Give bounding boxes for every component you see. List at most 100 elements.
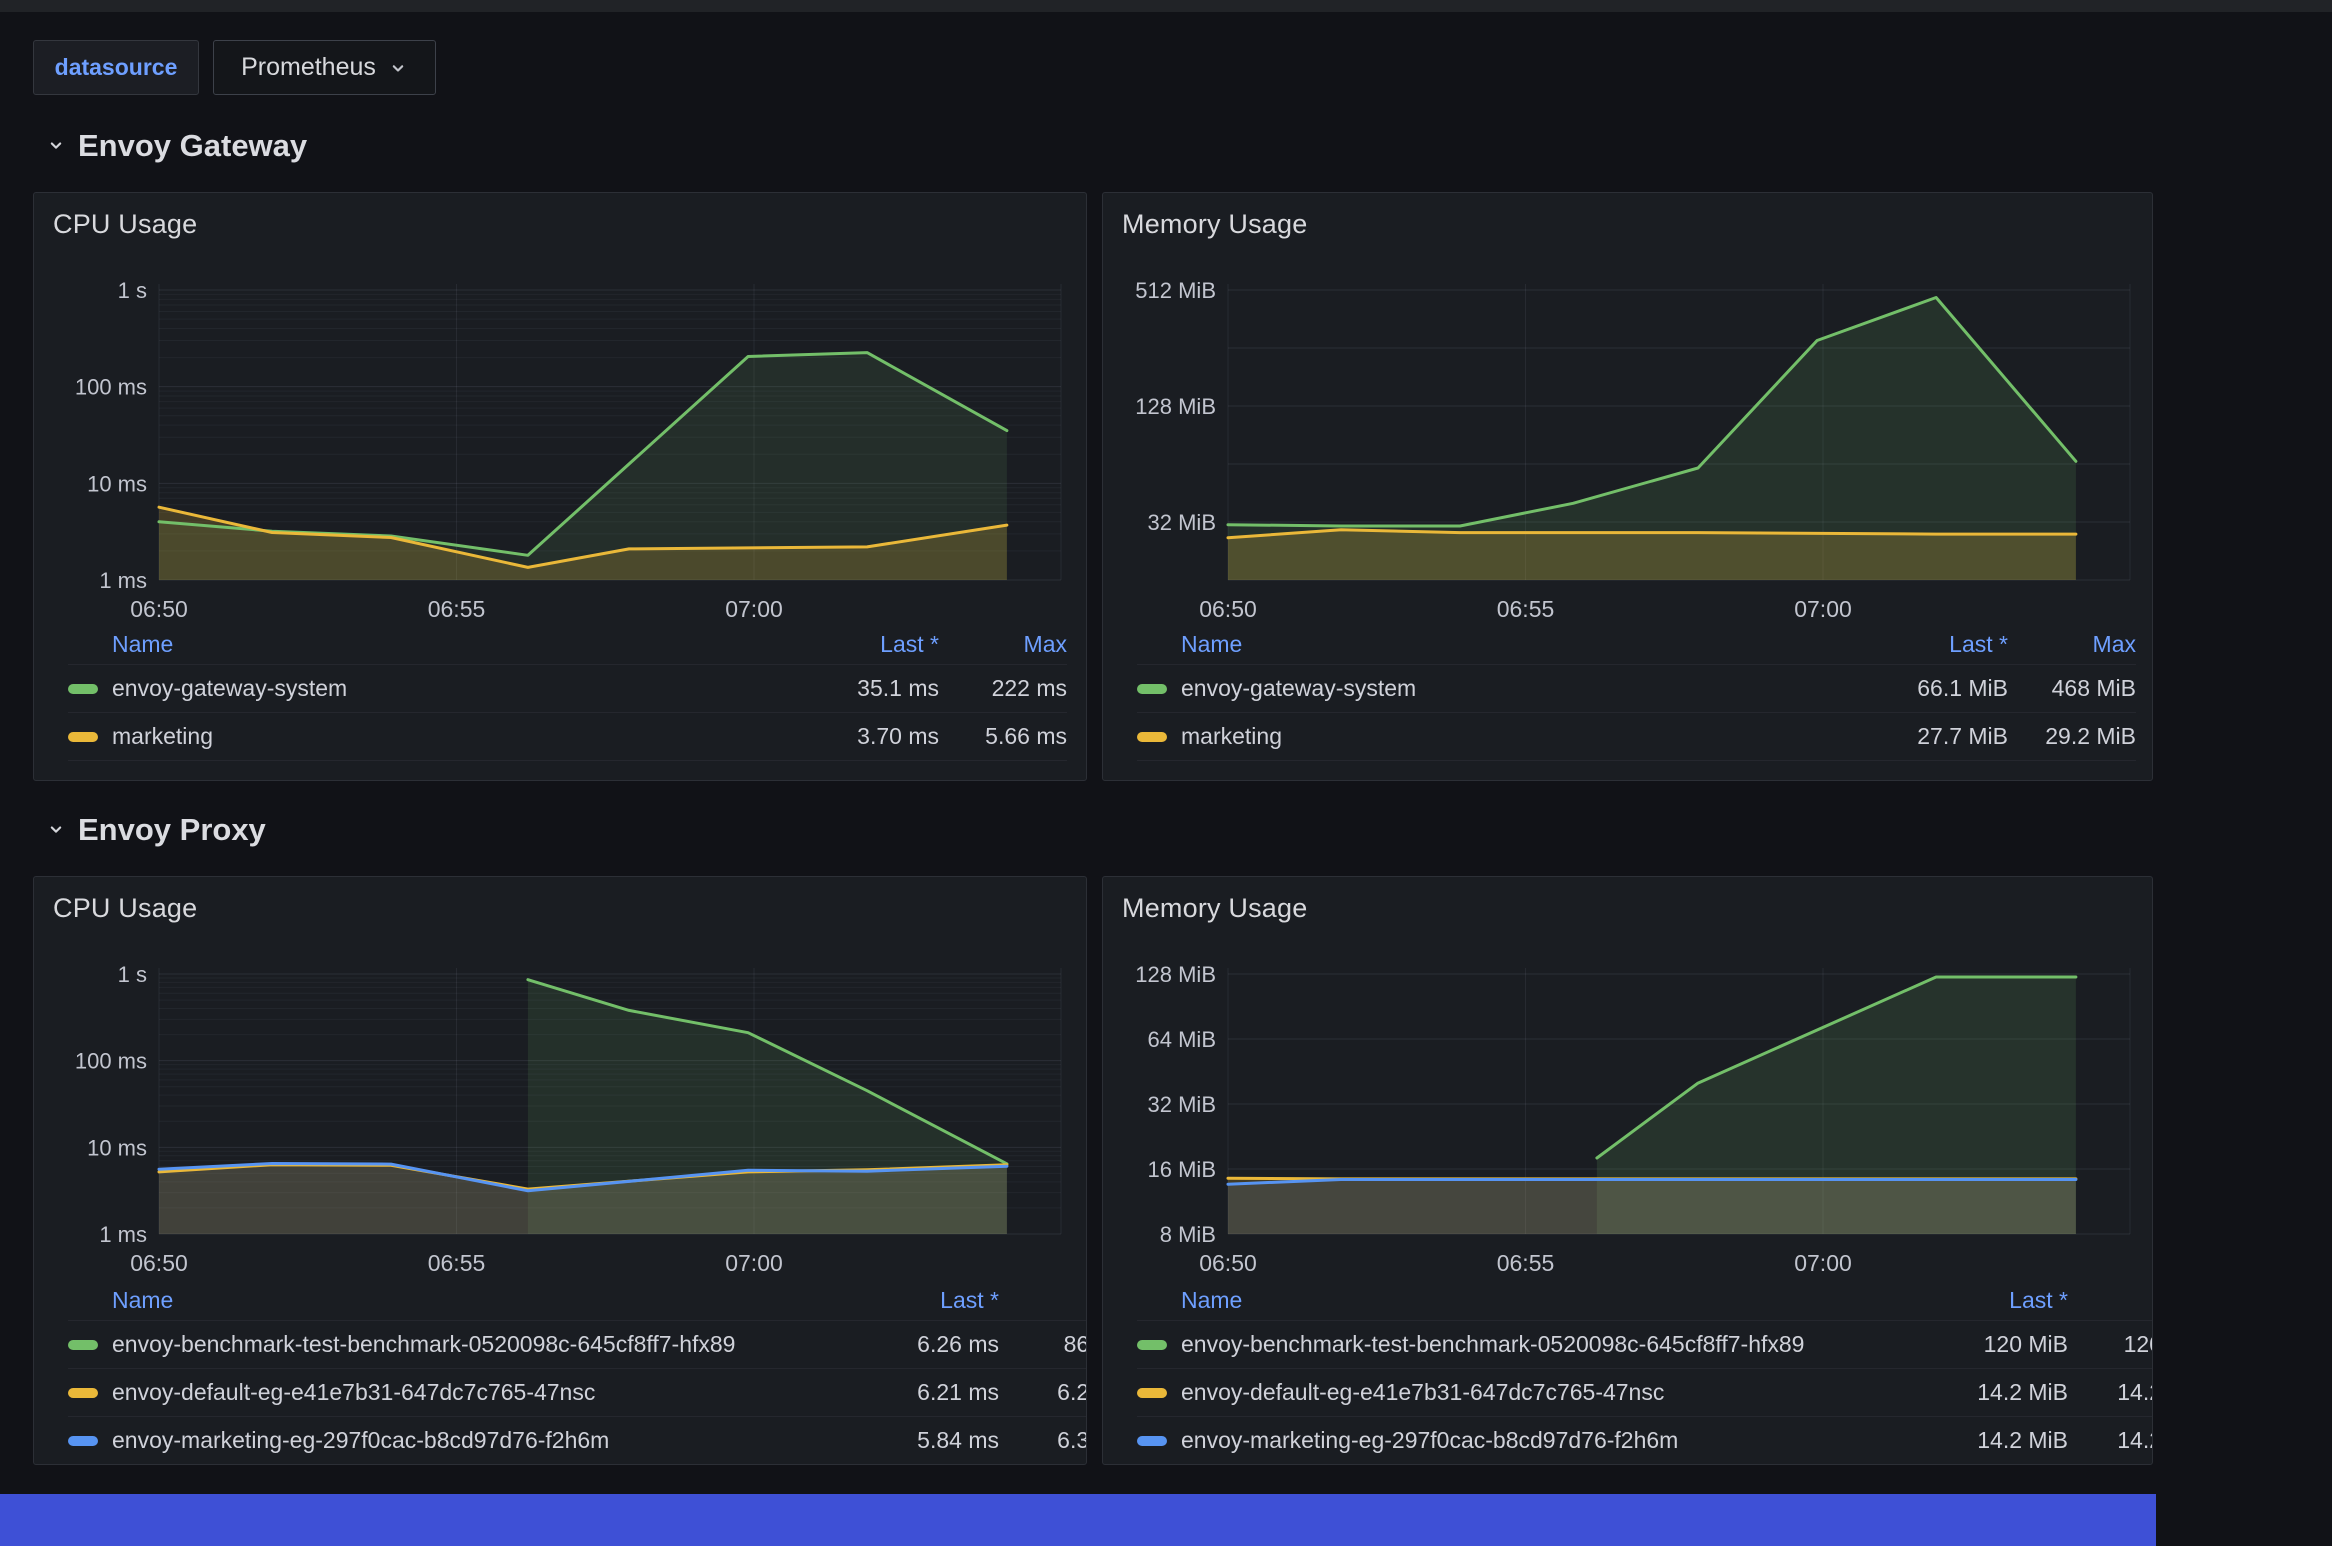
x-axis-tick-label: 06:55 <box>1497 1250 1555 1276</box>
series-color-swatch <box>68 684 98 694</box>
legend-row[interactable]: envoy-benchmark-test-benchmark-0520098c-… <box>68 1321 1087 1369</box>
legend-column-name[interactable]: Name <box>1137 1287 1938 1314</box>
section-title: Envoy Gateway <box>78 128 307 164</box>
series-last-value: 5.84 ms <box>869 1427 999 1454</box>
legend-row[interactable]: envoy-gateway-system 66.1 MiB468 MiB <box>1137 665 2136 713</box>
series-name: envoy-gateway-system <box>112 675 347 702</box>
series-name: marketing <box>112 723 213 750</box>
y-axis-tick-label: 10 ms <box>87 471 147 496</box>
series-name: envoy-marketing-eg-297f0cac-b8cd97d76-f2… <box>1181 1427 1678 1454</box>
y-axis-tick-label: 10 ms <box>87 1135 147 1160</box>
series-name: envoy-default-eg-e41e7b31-647dc7c765-47n… <box>1181 1379 1664 1406</box>
section-header-envoy-proxy[interactable]: Envoy Proxy <box>46 806 266 854</box>
y-axis-tick-label: 128 MiB <box>1135 394 1216 419</box>
legend-row[interactable]: envoy-marketing-eg-297f0cac-b8cd97d76-f2… <box>68 1417 1087 1465</box>
series-color-swatch <box>68 1436 98 1446</box>
y-axis-tick-label: 100 ms <box>75 1049 147 1074</box>
x-axis-tick-label: 06:55 <box>428 596 486 622</box>
series-name: marketing <box>1181 723 1282 750</box>
series-last-value: 6.26 ms <box>869 1331 999 1358</box>
panel-envoy-gateway-memory: Memory Usage 512 MiB128 MiB32 MiB06:5006… <box>1102 192 2153 781</box>
y-axis-tick-label: 1 ms <box>99 1222 147 1247</box>
series-last-value: 6.21 ms <box>869 1379 999 1406</box>
panel-title[interactable]: CPU Usage <box>53 209 197 240</box>
series-color-swatch <box>68 1388 98 1398</box>
timeseries-chart[interactable]: 128 MiB64 MiB32 MiB16 MiB8 MiB06:5006:55… <box>1103 877 2153 1279</box>
legend-column-last[interactable]: Last * <box>769 631 939 658</box>
x-axis-tick-label: 07:00 <box>1794 596 1852 622</box>
legend-column-name[interactable]: Name <box>68 631 769 658</box>
y-axis-tick-label: 100 ms <box>75 375 147 400</box>
dashboard: datasource Prometheus Envoy Gateway CPU … <box>0 0 2332 1546</box>
timeseries-chart[interactable]: 512 MiB128 MiB32 MiB06:5006:5507:00 <box>1103 193 2153 625</box>
legend-column-name[interactable]: Name <box>68 1287 869 1314</box>
legend-table: NameLast *Max envoy-gateway-system 35.1 ms… <box>34 625 1087 761</box>
series-last-value: 27.7 MiB <box>1838 723 2008 750</box>
series-last-value: 35.1 ms <box>769 675 939 702</box>
legend-row[interactable]: envoy-marketing-eg-297f0cac-b8cd97d76-f2… <box>1137 1417 2153 1465</box>
legend-column-last[interactable]: Last * <box>1938 1287 2068 1314</box>
section-header-envoy-gateway[interactable]: Envoy Gateway <box>46 122 307 170</box>
legend-header: NameLast *Max <box>68 625 1067 665</box>
legend-row[interactable]: envoy-benchmark-test-benchmark-0520098c-… <box>1137 1321 2153 1369</box>
chevron-down-icon <box>46 136 66 156</box>
legend-column-last[interactable]: Last * <box>869 1287 999 1314</box>
timeseries-chart[interactable]: 1 s100 ms10 ms1 ms06:5006:5507:00 <box>34 877 1087 1279</box>
x-axis-tick-label: 07:00 <box>725 596 783 622</box>
legend-row[interactable]: marketing3.70 ms5.66 ms <box>68 713 1067 761</box>
legend-column-last[interactable]: Last * <box>1838 631 2008 658</box>
y-axis-tick-label: 128 MiB <box>1135 962 1216 987</box>
series-color-swatch <box>1137 1388 1167 1398</box>
datasource-variable-label-text: datasource <box>55 54 178 81</box>
x-axis-tick-label: 06:55 <box>1497 596 1555 622</box>
legend-row[interactable]: envoy-default-eg-e41e7b31-647dc7c765-47n… <box>1137 1369 2153 1417</box>
legend-table: NameLast *Max envoy-benchmark-test-benchm… <box>34 1281 1087 1465</box>
y-axis-tick-label: 32 MiB <box>1148 510 1216 535</box>
series-max-value: 5.66 ms <box>939 723 1067 750</box>
series-max-value: 29.2 MiB <box>2008 723 2136 750</box>
panel-title[interactable]: CPU Usage <box>53 893 197 924</box>
series-color-swatch <box>1137 1436 1167 1446</box>
series-color-swatch <box>68 1340 98 1350</box>
legend-header: NameLast *Max <box>1137 625 2136 665</box>
legend-row[interactable]: envoy-gateway-system 35.1 ms222 ms <box>68 665 1067 713</box>
datasource-variable-label: datasource <box>33 40 199 95</box>
x-axis-tick-label: 07:00 <box>725 1250 783 1276</box>
panel-title[interactable]: Memory Usage <box>1122 893 1307 924</box>
legend-column-name[interactable]: Name <box>1137 631 1838 658</box>
series-name: envoy-marketing-eg-297f0cac-b8cd97d76-f2… <box>112 1427 609 1454</box>
series-max-value: 222 ms <box>939 675 1067 702</box>
x-axis-tick-label: 06:50 <box>1199 596 1257 622</box>
timeseries-chart[interactable]: 1 s100 ms10 ms1 ms06:5006:5507:00 <box>34 193 1087 625</box>
section-title: Envoy Proxy <box>78 812 266 848</box>
y-axis-tick-label: 8 MiB <box>1160 1222 1216 1247</box>
series-last-value: 120 MiB <box>1938 1331 2068 1358</box>
series-last-value: 66.1 MiB <box>1838 675 2008 702</box>
legend-column-max[interactable]: Max <box>939 631 1067 658</box>
y-axis-tick-label: 1 ms <box>99 568 147 593</box>
legend-table: NameLast *Max envoy-gateway-system 66.1 Mi… <box>1103 625 2153 761</box>
series-color-swatch <box>1137 1340 1167 1350</box>
legend-row[interactable]: marketing 27.7 MiB29.2 MiB <box>1137 713 2136 761</box>
legend-column-max[interactable]: Max <box>2008 631 2136 658</box>
datasource-variable-dropdown[interactable]: Prometheus <box>213 40 436 95</box>
x-axis-tick-label: 06:50 <box>130 596 188 622</box>
legend-column-max[interactable]: Max <box>2068 1287 2153 1314</box>
series-color-swatch <box>1137 732 1167 742</box>
bottom-progress-bar[interactable] <box>0 1494 2156 1546</box>
y-axis-tick-label: 32 MiB <box>1148 1092 1216 1117</box>
x-axis-tick-label: 07:00 <box>1794 1250 1852 1276</box>
series-name: envoy-benchmark-test-benchmark-0520098c-… <box>112 1331 735 1358</box>
legend-row[interactable]: envoy-default-eg-e41e7b31-647dc7c765-47n… <box>68 1369 1087 1417</box>
series-last-value: 14.2 MiB <box>1938 1379 2068 1406</box>
series-max-value: 860 ms <box>999 1331 1087 1358</box>
panel-title[interactable]: Memory Usage <box>1122 209 1307 240</box>
series-name: envoy-gateway-system <box>1181 675 1416 702</box>
legend-column-max[interactable]: Max <box>999 1287 1087 1314</box>
series-name: envoy-default-eg-e41e7b31-647dc7c765-47n… <box>112 1379 595 1406</box>
series-max-value: 6.32 ms <box>999 1427 1087 1454</box>
series-max-value: 6.27 ms <box>999 1379 1087 1406</box>
series-name: envoy-benchmark-test-benchmark-0520098c-… <box>1181 1331 1804 1358</box>
chevron-down-icon <box>46 820 66 840</box>
series-max-value: 468 MiB <box>2008 675 2136 702</box>
